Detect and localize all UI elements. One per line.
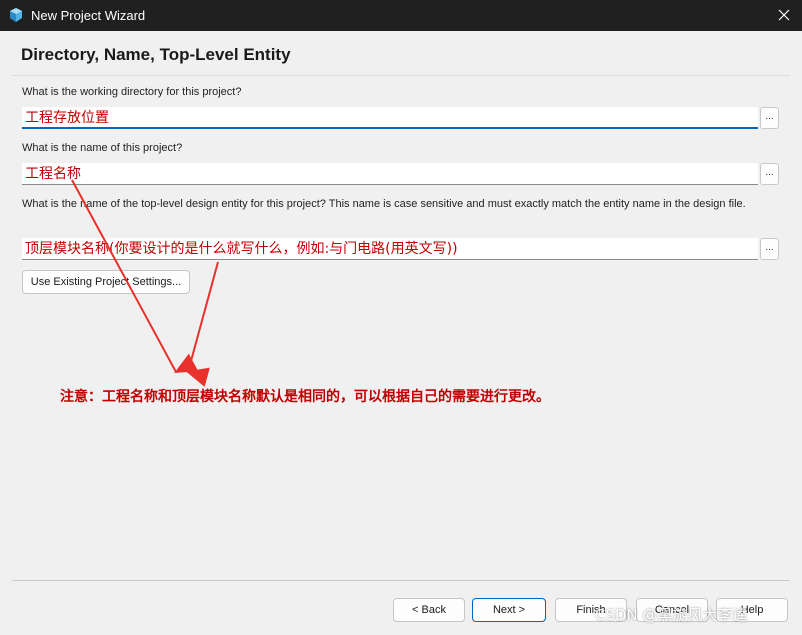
back-button[interactable]: < Back (393, 598, 465, 622)
use-existing-settings-button[interactable]: Use Existing Project Settings... (22, 270, 190, 294)
close-icon[interactable] (772, 4, 796, 26)
arrow-from-entity (186, 261, 219, 387)
next-button[interactable]: Next > (472, 598, 546, 622)
directory-question: What is the working directory for this p… (22, 86, 242, 98)
footer-divider (12, 580, 790, 581)
top-level-entity-field[interactable]: 顶层模块名称(你要设计的是什么就写什么，例如:与门电路(用英文写)) (22, 238, 758, 260)
project-name-field[interactable]: 工程名称 (22, 163, 758, 185)
directory-field[interactable]: 工程存放位置 (22, 107, 758, 129)
app-icon (10, 8, 22, 22)
directory-browse-button[interactable]: ... (760, 107, 779, 129)
project-name-question: What is the name of this project? (22, 142, 183, 154)
title-bar: New Project Wizard (0, 0, 802, 31)
window-title: New Project Wizard (31, 8, 146, 23)
entity-question: What is the name of the top-level design… (22, 198, 746, 210)
annotation-note: 注意：工程名称和顶层模块名称默认是相同的，可以根据自己的需要进行更改。 (60, 389, 550, 405)
heading-divider (12, 75, 790, 76)
csdn-watermark: CSDN @黑旋风大李逵 (595, 606, 748, 624)
project-name-browse-button[interactable]: ... (760, 163, 779, 185)
page-title: Directory, Name, Top-Level Entity (21, 45, 291, 64)
entity-browse-button[interactable]: ... (760, 238, 779, 260)
